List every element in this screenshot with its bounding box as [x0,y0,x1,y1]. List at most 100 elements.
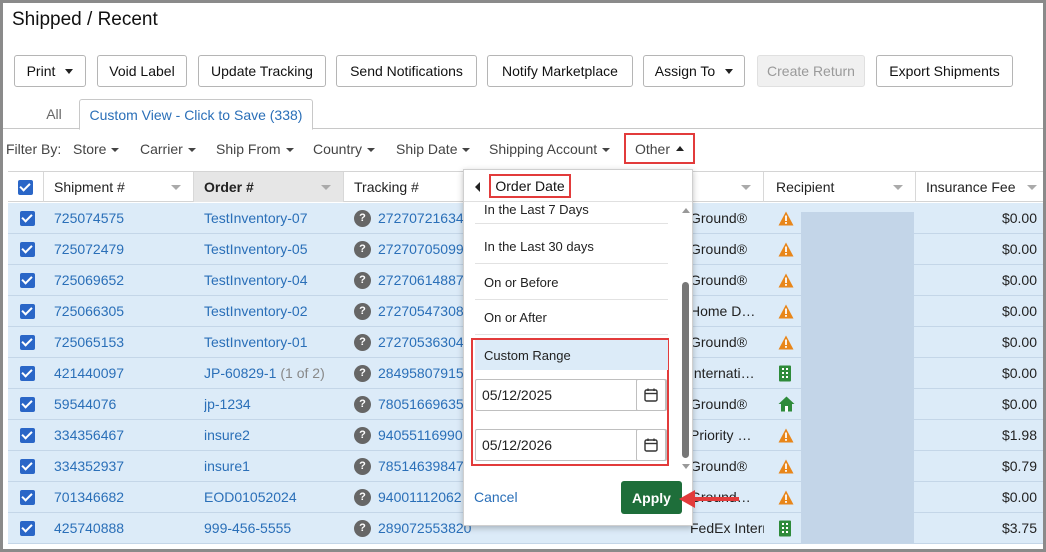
calendar-icon[interactable] [636,429,666,461]
column-header-recipient[interactable]: Recipient [766,172,916,202]
from-date-field[interactable] [475,379,667,411]
column-menu-icon[interactable] [741,185,751,190]
tracking-number-link[interactable]: 27270721634 [378,210,464,226]
option-last-30-days[interactable]: In the Last 30 days [475,229,668,264]
tracking-number-link[interactable]: 28495807915 [378,365,464,381]
to-date-input[interactable] [482,437,632,453]
row-checkbox[interactable] [20,489,35,505]
row-checkbox[interactable] [20,241,35,257]
option-last-7-days[interactable]: In the Last 7 Days [475,196,668,224]
row-checkbox[interactable] [20,334,35,350]
filter-country[interactable]: Country [313,141,376,157]
option-on-or-after[interactable]: On or After [475,300,668,335]
print-button[interactable]: Print [14,55,86,87]
dropdown-scrollbar[interactable] [681,204,690,474]
tab-custom-view[interactable]: Custom View - Click to Save (338) [79,99,313,130]
order-number-link[interactable]: TestInventory-04 [204,272,308,288]
row-checkbox[interactable] [20,520,35,536]
filter-store[interactable]: Store [73,141,120,157]
column-menu-icon[interactable] [1027,185,1037,190]
row-checkbox[interactable] [20,427,35,443]
help-icon[interactable]: ? [354,271,371,289]
column-menu-icon[interactable] [171,185,181,190]
help-icon[interactable]: ? [354,457,371,475]
tab-all[interactable]: All [39,99,69,129]
shipment-number-link[interactable]: 425740888 [54,513,192,543]
update-tracking-button[interactable]: Update Tracking [198,55,326,87]
void-label-button[interactable]: Void Label [97,55,187,87]
filter-other[interactable]: Other [624,133,695,164]
filter-ship-from[interactable]: Ship From [216,141,294,157]
tracking-number-link[interactable]: 78514639847 [378,458,464,474]
option-custom-range[interactable]: Custom Range [475,340,668,370]
column-menu-icon[interactable] [321,185,331,190]
shipment-number-link[interactable]: 334352937 [54,451,192,481]
shipment-number-link[interactable]: 701346682 [54,482,192,512]
row-checkbox[interactable] [20,365,35,381]
filter-ship-date[interactable]: Ship Date [396,141,471,157]
shipment-number-link[interactable]: 421440097 [54,358,192,388]
row-checkbox[interactable] [20,458,35,474]
order-number-link[interactable]: JP-60829-1 [204,365,276,381]
back-icon[interactable] [475,182,480,192]
shipment-number-link[interactable]: 59544076 [54,389,192,419]
notify-marketplace-button[interactable]: Notify Marketplace [487,55,633,87]
order-number-link[interactable]: jp-1234 [204,396,251,412]
order-number-link[interactable]: TestInventory-02 [204,303,308,319]
order-number-link[interactable]: TestInventory-01 [204,334,308,350]
column-header-order[interactable]: Order # [194,172,344,202]
help-icon[interactable]: ? [354,333,371,351]
scrollbar-thumb[interactable] [682,282,689,458]
help-icon[interactable]: ? [354,302,371,320]
option-on-or-before[interactable]: On or Before [475,265,668,300]
order-number-link[interactable]: EOD01052024 [204,489,297,505]
to-date-field[interactable] [475,429,667,461]
tracking-number-link[interactable]: 94055116990 [378,427,463,443]
row-checkbox[interactable] [20,210,35,226]
shipment-number-link[interactable]: 725069652 [54,265,192,295]
shipment-number-link[interactable]: 725074575 [54,203,192,233]
shipment-number-link[interactable]: 725066305 [54,296,192,326]
shipment-number-link[interactable]: 334356467 [54,420,192,450]
create-return-button[interactable]: Create Return [757,55,865,87]
from-date-input[interactable] [482,387,632,403]
order-number-link[interactable]: insure2 [204,427,250,443]
send-notifications-button[interactable]: Send Notifications [336,55,477,87]
shipment-number-link[interactable]: 725065153 [54,327,192,357]
column-header-shipment[interactable]: Shipment # [44,172,194,202]
select-all-checkbox[interactable] [18,179,33,195]
row-checkbox[interactable] [20,303,35,319]
tracking-number-link[interactable]: 27270705099 [378,241,464,257]
tracking-number-link[interactable]: 27270547308 [378,303,464,319]
row-checkbox[interactable] [20,272,35,288]
order-number-link[interactable]: insure1 [204,458,250,474]
tracking-number-link[interactable]: 27270614887 [378,272,464,288]
tracking-number-link[interactable]: 94001112062 [378,489,462,505]
order-number-link[interactable]: TestInventory-07 [204,210,308,226]
scroll-down-icon[interactable] [682,464,690,469]
filter-shipping-account[interactable]: Shipping Account [489,141,611,157]
apply-button[interactable]: Apply [621,481,682,514]
export-shipments-button[interactable]: Export Shipments [876,55,1013,87]
filter-carrier[interactable]: Carrier [140,141,196,157]
row-checkbox[interactable] [20,396,35,412]
order-number-link[interactable]: TestInventory-05 [204,241,308,257]
help-icon[interactable]: ? [354,209,371,227]
assign-to-button[interactable]: Assign To [643,55,745,87]
tracking-number-link[interactable]: 78051669635 [378,396,464,412]
help-icon[interactable]: ? [354,240,371,258]
help-icon[interactable]: ? [354,364,371,382]
help-icon[interactable]: ? [354,426,371,444]
tracking-number-link[interactable]: 289072553820 [378,520,471,536]
help-icon[interactable]: ? [354,395,371,413]
calendar-icon[interactable] [636,379,666,411]
tracking-number-link[interactable]: 27270536304 [378,334,464,350]
cancel-button[interactable]: Cancel [474,489,518,505]
column-menu-icon[interactable] [893,185,903,190]
help-icon[interactable]: ? [354,488,371,506]
column-header-insurance[interactable]: Insurance Fee [916,172,1043,202]
scroll-up-icon[interactable] [682,208,690,213]
help-icon[interactable]: ? [354,519,371,537]
order-number-link[interactable]: 999-456-5555 [204,520,291,536]
shipment-number-link[interactable]: 725072479 [54,234,192,264]
